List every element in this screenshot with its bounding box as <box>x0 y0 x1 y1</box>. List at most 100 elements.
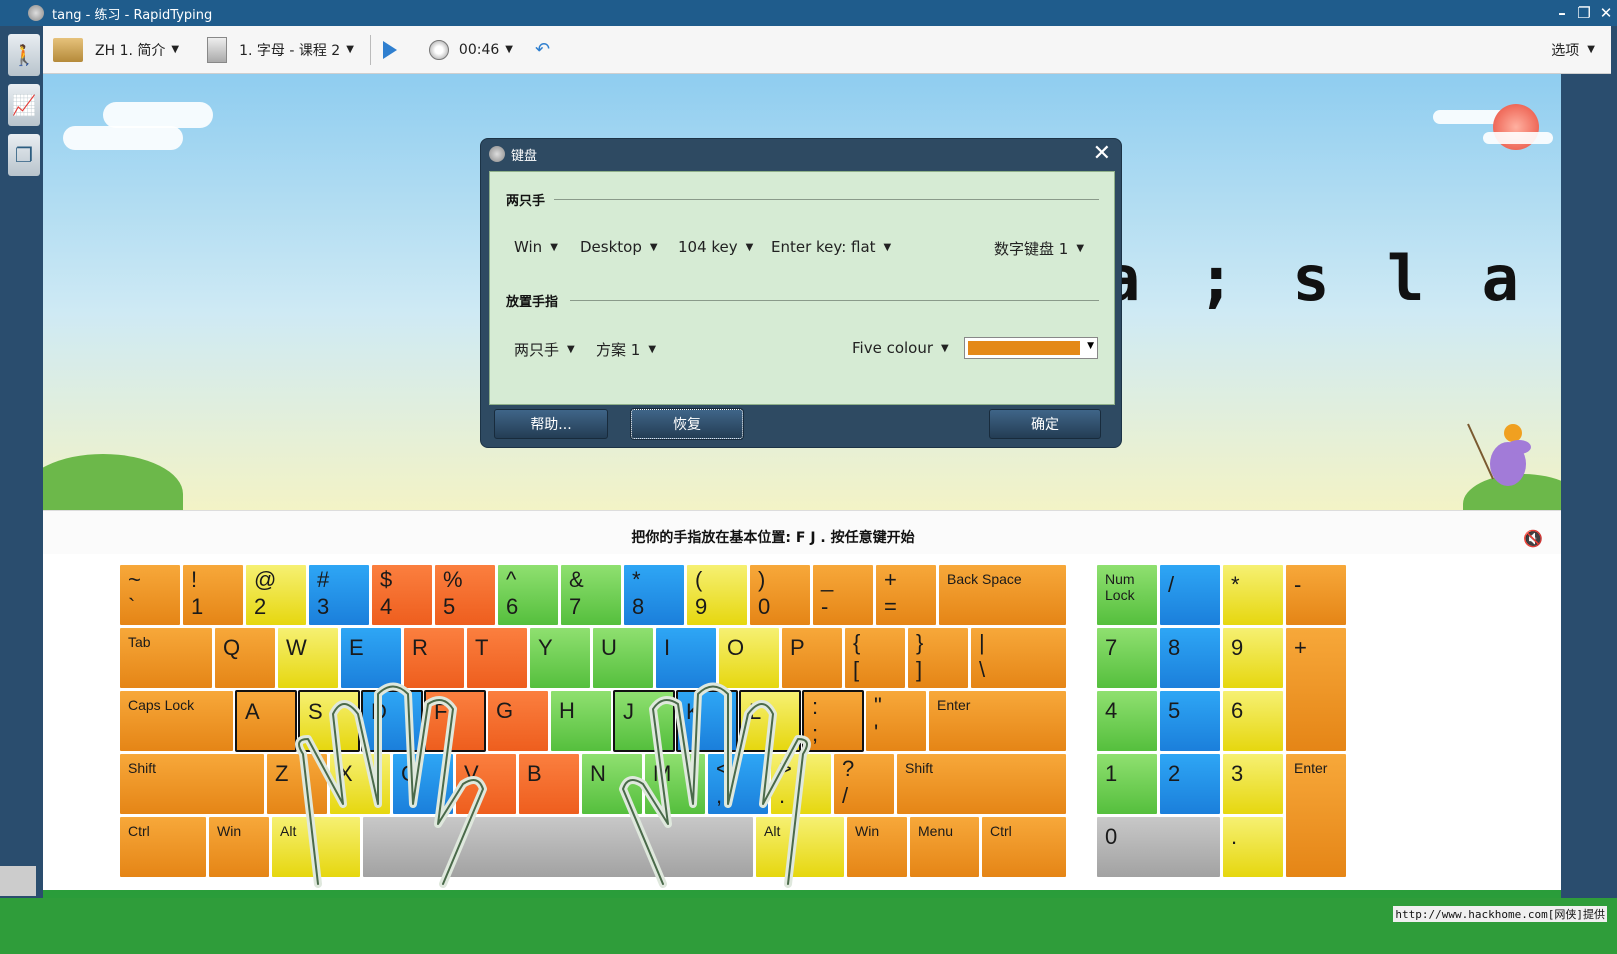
key-j[interactable]: J <box>613 690 675 752</box>
key-3[interactable]: 3 <box>1222 753 1284 815</box>
key-$[interactable]: $4 <box>371 564 433 626</box>
help-button[interactable]: 帮助... <box>494 409 608 439</box>
key-^[interactable]: ^ 6 <box>497 564 559 626</box>
key-6[interactable]: 6 <box>1222 690 1284 752</box>
key->[interactable]: >. <box>770 753 832 815</box>
key-n[interactable]: N <box>581 753 643 815</box>
key-5[interactable]: 5 <box>1159 690 1221 752</box>
key-([interactable]: (9 <box>686 564 748 626</box>
options-menu[interactable]: 选项 ▼ <box>1551 40 1595 60</box>
key-![interactable]: ! 1 <box>182 564 244 626</box>
key-#[interactable]: #3 <box>308 564 370 626</box>
enter-key-dropdown[interactable]: Enter key: flat ▼ <box>771 238 891 256</box>
key-win[interactable]: Win <box>208 816 270 878</box>
key-2[interactable]: 2 <box>1159 753 1221 815</box>
key-.[interactable]: . <box>1222 816 1284 878</box>
os-dropdown[interactable]: Win ▼ <box>514 238 558 256</box>
key-7[interactable]: 7 <box>1096 627 1158 689</box>
ok-button[interactable]: 确定 <box>989 409 1101 439</box>
key-h[interactable]: H <box>550 690 612 752</box>
lesson-selector[interactable]: 1. 字母 - 课程 2 ▼ <box>189 36 354 63</box>
key-o[interactable]: O <box>718 627 780 689</box>
key-9[interactable]: 9 <box>1222 627 1284 689</box>
key-8[interactable]: 8 <box>1159 627 1221 689</box>
key-caps-lock[interactable]: Caps Lock <box>119 690 234 752</box>
key-*[interactable]: * <box>1222 564 1284 626</box>
key-v[interactable]: V <box>455 753 517 815</box>
key-)[interactable]: ) 0 <box>749 564 811 626</box>
key-t[interactable]: T <box>466 627 528 689</box>
key-z[interactable]: Z <box>266 753 328 815</box>
numpad-dropdown[interactable]: 数字键盘 1 ▼ <box>994 238 1084 259</box>
key-g[interactable]: G <box>487 690 549 752</box>
key-alt[interactable]: Alt <box>755 816 845 878</box>
key-shift[interactable]: Shift <box>896 753 1067 815</box>
key-p[interactable]: P <box>781 627 843 689</box>
key-%[interactable]: % 5 <box>434 564 496 626</box>
key-i[interactable]: I <box>655 627 717 689</box>
key-u[interactable]: U <box>592 627 654 689</box>
colour-picker[interactable]: ▼ <box>964 337 1098 359</box>
key-|[interactable]: | \ <box>970 627 1067 689</box>
key-enter[interactable]: Enter <box>928 690 1067 752</box>
minimize-button[interactable]: – <box>1551 4 1573 22</box>
key-m[interactable]: M <box>644 753 706 815</box>
key-tab[interactable]: Tab <box>119 627 213 689</box>
key-back-space[interactable]: Back Space <box>938 564 1067 626</box>
key-f[interactable]: F <box>424 690 486 752</box>
layers-icon[interactable]: ❐ <box>8 134 40 176</box>
key-b[interactable]: B <box>518 753 580 815</box>
walker-icon[interactable]: 🚶 <box>8 34 40 76</box>
timer-selector[interactable]: 00:46 ▼ <box>428 39 513 60</box>
key-<[interactable]: <, <box>707 753 769 815</box>
key-4[interactable]: 4 <box>1096 690 1158 752</box>
key-&[interactable]: & 7 <box>560 564 622 626</box>
key-w[interactable]: W <box>277 627 339 689</box>
key-{[interactable]: {[ <box>844 627 906 689</box>
key-1[interactable]: 1 <box>1096 753 1158 815</box>
undo-icon[interactable]: ↶ <box>535 39 550 60</box>
maximize-button[interactable]: ❐ <box>1573 4 1595 22</box>
key-}[interactable]: }] <box>907 627 969 689</box>
device-dropdown[interactable]: Desktop ▼ <box>580 238 658 256</box>
play-icon[interactable] <box>382 40 397 59</box>
key-@[interactable]: @2 <box>245 564 307 626</box>
key-space[interactable] <box>362 816 754 878</box>
dialog-close-icon[interactable]: ✕ <box>1093 141 1111 166</box>
key-ctrl[interactable]: Ctrl <box>119 816 207 878</box>
key-d[interactable]: D <box>361 690 423 752</box>
restore-button[interactable]: 恢复 <box>630 408 744 440</box>
key-a[interactable]: A <box>235 690 297 752</box>
layout-dropdown[interactable]: 104 key ▼ <box>678 238 753 256</box>
key-"[interactable]: " ' <box>865 690 927 752</box>
close-button[interactable]: ✕ <box>1595 4 1617 22</box>
key-e[interactable]: E <box>340 627 402 689</box>
key-:[interactable]: :; <box>802 690 864 752</box>
key-~[interactable]: ~ ` <box>119 564 181 626</box>
key-alt[interactable]: Alt <box>271 816 361 878</box>
key-_[interactable]: _ - <box>812 564 874 626</box>
key-s[interactable]: S <box>298 690 360 752</box>
key-*[interactable]: * 8 <box>623 564 685 626</box>
key-y[interactable]: Y <box>529 627 591 689</box>
key--[interactable]: - <box>1285 564 1347 626</box>
key-win[interactable]: Win <box>846 816 908 878</box>
key-menu[interactable]: Menu <box>909 816 980 878</box>
key-enter[interactable]: Enter <box>1285 753 1347 878</box>
chart-icon[interactable]: 📈 <box>8 84 40 126</box>
key-ctrl[interactable]: Ctrl <box>981 816 1067 878</box>
key-+[interactable]: + <box>1285 627 1347 752</box>
key-c[interactable]: C <box>392 753 454 815</box>
key-/[interactable]: / <box>1159 564 1221 626</box>
corner-app-icon[interactable] <box>0 866 36 896</box>
key-l[interactable]: L <box>739 690 801 752</box>
key-?[interactable]: ? / <box>833 753 895 815</box>
key-k[interactable]: K <box>676 690 738 752</box>
key-+[interactable]: + = <box>875 564 937 626</box>
speaker-icon[interactable]: 🔇 <box>1523 529 1543 548</box>
key-q[interactable]: Q <box>214 627 276 689</box>
hands-dropdown[interactable]: 两只手 ▼ <box>514 339 575 360</box>
course-selector[interactable]: ZH 1. 简介 ▼ <box>53 37 179 62</box>
key-x[interactable]: X <box>329 753 391 815</box>
key-num-lock[interactable]: Num Lock <box>1096 564 1158 626</box>
